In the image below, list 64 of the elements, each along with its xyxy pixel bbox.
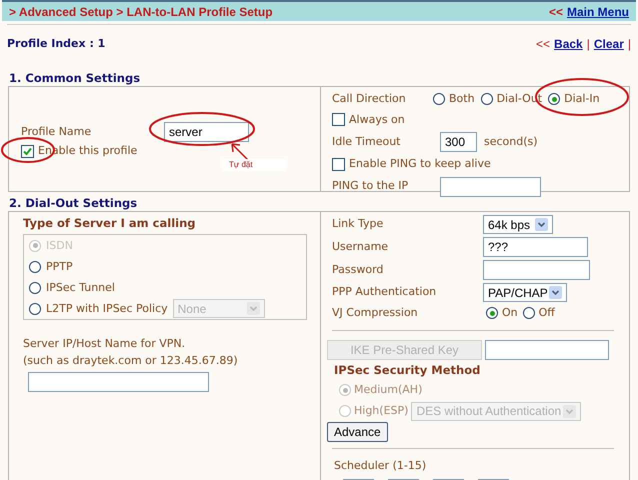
dropdown-icon bbox=[563, 404, 576, 418]
checkbox[interactable] bbox=[21, 144, 34, 158]
radio-button[interactable] bbox=[29, 302, 41, 315]
radio-button[interactable] bbox=[486, 307, 498, 320]
group-title: IPSec Security Method bbox=[333, 362, 482, 378]
radio-label: Medium(AH) bbox=[354, 382, 422, 398]
radio-label: ISDN bbox=[46, 238, 73, 254]
radio-button[interactable] bbox=[433, 93, 445, 106]
checkbox-label: Enable PING to keep alive bbox=[349, 156, 491, 172]
radio-label: IPSec Tunnel bbox=[46, 280, 115, 296]
checkbox[interactable] bbox=[332, 113, 345, 126]
dropdown-icon bbox=[549, 286, 562, 299]
link-prefix: << bbox=[548, 4, 563, 20]
ping-ip-field[interactable] bbox=[440, 176, 541, 196]
radio-label: High(ESP) bbox=[354, 403, 408, 419]
radio-label: PPTP bbox=[46, 258, 73, 274]
radio-button[interactable] bbox=[522, 307, 535, 320]
nav-link[interactable]: Back bbox=[554, 35, 583, 53]
section-title: 2. Dial-Out Settings bbox=[8, 196, 138, 210]
radio-label: On bbox=[502, 305, 518, 321]
nav-link[interactable]: Clear bbox=[594, 35, 624, 53]
annotation-note: Tự đặt bbox=[222, 159, 286, 171]
password-field[interactable] bbox=[483, 260, 590, 280]
radio-button[interactable] bbox=[29, 260, 41, 273]
breadcrumb: > Advanced Setup > LAN-to-LAN Profile Setup bbox=[9, 4, 273, 20]
field-label: Profile Name bbox=[21, 124, 92, 140]
ike-key-field[interactable] bbox=[485, 340, 609, 360]
section-title: 1. Common Settings bbox=[8, 71, 142, 85]
field-label: PPP Authentication bbox=[332, 284, 438, 300]
field-hint: (such as draytek.com or 123.45.67.89) bbox=[23, 352, 239, 369]
dropdown-icon bbox=[246, 302, 260, 316]
radio-label: L2TP with IPSec Policy bbox=[46, 300, 168, 316]
radio-button[interactable] bbox=[29, 282, 41, 294]
radio-label: Off bbox=[538, 305, 555, 321]
idle-timeout-field[interactable]: 300 bbox=[440, 132, 477, 152]
field-label: Username bbox=[332, 238, 390, 255]
username-field[interactable]: ??? bbox=[483, 237, 588, 257]
checkbox[interactable] bbox=[332, 158, 345, 171]
link-separator: | bbox=[586, 36, 590, 53]
link-prefix: << bbox=[536, 36, 550, 53]
ppp-auth-select[interactable]: PAP/CHAP bbox=[483, 283, 567, 302]
main-menu-link[interactable]: Main Menu bbox=[567, 2, 629, 20]
radio-label: Both bbox=[449, 91, 475, 107]
link-separator: | bbox=[628, 36, 631, 53]
advance-button[interactable]: Advance bbox=[327, 422, 388, 442]
unit-label: second(s) bbox=[484, 134, 538, 150]
field-label: Call Direction bbox=[332, 91, 407, 107]
field-label: PING to the IP bbox=[332, 178, 410, 194]
field-label: Link Type bbox=[332, 216, 384, 232]
checkbox-label: Always on bbox=[349, 112, 405, 128]
link-type-select[interactable]: 64k bps bbox=[483, 215, 553, 234]
field-label: Password bbox=[332, 262, 384, 278]
profile-name-field[interactable]: server bbox=[164, 122, 249, 142]
dropdown-icon bbox=[535, 218, 548, 231]
field-label: Scheduler (1-15) bbox=[333, 458, 428, 474]
server-host-field[interactable] bbox=[28, 372, 209, 392]
radio-label: Dial-In bbox=[564, 91, 600, 107]
field-label: VJ Compression bbox=[332, 305, 419, 321]
radio-button[interactable] bbox=[548, 93, 560, 106]
radio-button[interactable] bbox=[480, 93, 493, 106]
field-label: Server IP/Host Name for VPN. bbox=[23, 336, 186, 352]
field-label: Idle Timeout bbox=[332, 134, 402, 150]
group-title: Type of Server I am calling bbox=[23, 215, 196, 232]
profile-index: Profile Index : 1 bbox=[7, 36, 106, 52]
